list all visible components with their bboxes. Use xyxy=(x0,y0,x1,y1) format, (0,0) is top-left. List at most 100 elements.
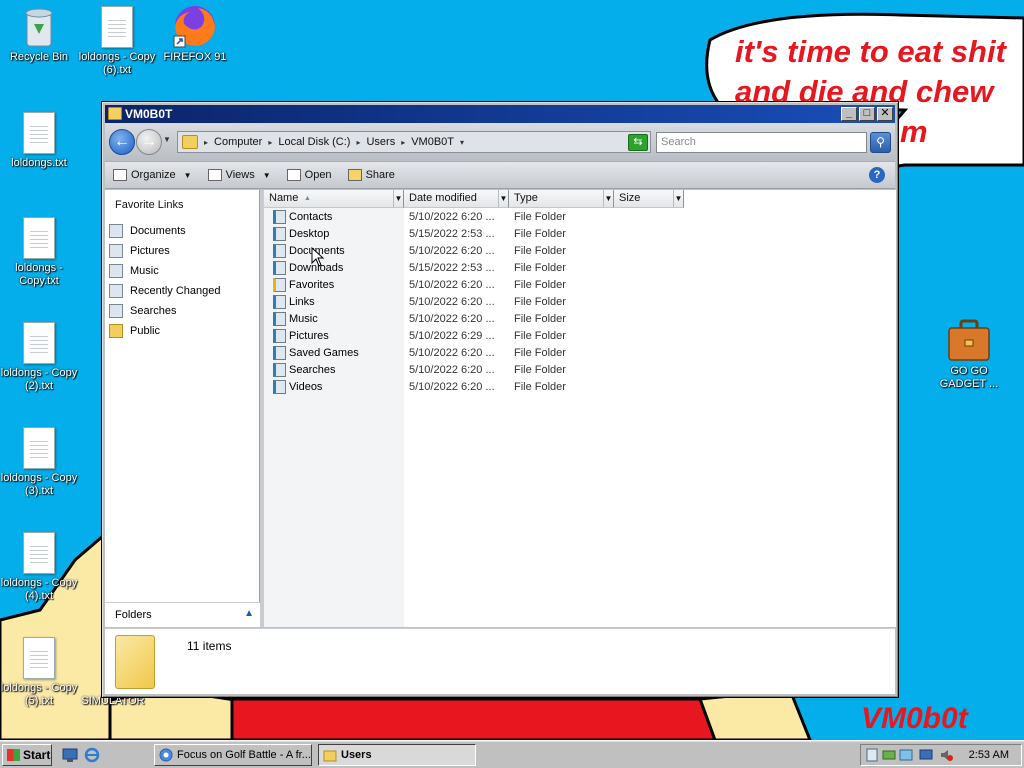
chevron-down-icon[interactable]: ▾ xyxy=(460,138,464,147)
maximize-button[interactable]: □ xyxy=(859,107,875,121)
text-file-icon xyxy=(101,6,133,48)
window-titlebar[interactable]: VM0B0T _ □ ✕ xyxy=(105,105,895,123)
tray-app-icon[interactable] xyxy=(865,748,879,762)
recent-pages-dropdown[interactable]: ▼ xyxy=(163,135,171,144)
column-header-type[interactable]: Type ▼ xyxy=(509,190,614,208)
file-date: 5/10/2022 6:20 ... xyxy=(409,312,495,325)
breadcrumb-vm0b0t[interactable]: VM0B0T xyxy=(411,136,454,148)
file-date: 5/10/2022 6:20 ... xyxy=(409,278,495,291)
recycle-bin-icon xyxy=(25,8,53,47)
desktop-icon-loldongs-copy-2[interactable]: loldongs - Copy (2).txt xyxy=(0,322,78,393)
tray-volume-muted-icon[interactable] xyxy=(939,748,953,762)
taskbar-clock[interactable]: 2:53 AM xyxy=(969,745,1009,765)
desktop-icon-loldongs-copy-5[interactable]: loldongs - Copy (5).txt xyxy=(0,637,78,708)
pictures-folder-icon xyxy=(273,328,286,343)
folders-toggle[interactable]: Folders ▲ xyxy=(105,602,260,627)
file-type: File Folder xyxy=(514,346,566,359)
file-name: Desktop xyxy=(289,227,330,240)
desktop-icon-loldongs-copy-4[interactable]: loldongs - Copy (4).txt xyxy=(0,532,78,603)
desktop-icon-loldongs-copy-6[interactable]: loldongs - Copy (6).txt xyxy=(78,6,156,77)
navigation-pane: Favorite Links Documents Pictures Music … xyxy=(105,190,260,627)
chevron-right-icon[interactable]: ▸ xyxy=(401,138,405,147)
desktop-icon-loldongs-copy-3[interactable]: loldongs - Copy (3).txt xyxy=(0,427,78,498)
briefcase-icon xyxy=(948,319,990,361)
minimize-button[interactable]: _ xyxy=(841,107,857,121)
search-button[interactable]: ⚲ xyxy=(870,132,891,153)
mouse-cursor-icon xyxy=(311,247,325,267)
desktop-folder-icon xyxy=(273,226,286,241)
chevron-down-icon[interactable]: ▼ xyxy=(498,190,508,207)
desktop-icon-firefox[interactable]: FIREFOX 91 xyxy=(156,4,234,64)
links-folder-icon xyxy=(273,294,286,309)
breadcrumb-local-disk[interactable]: Local Disk (C:) xyxy=(278,136,350,148)
organize-button[interactable]: Organize ▼ xyxy=(105,163,200,187)
chevron-right-icon[interactable]: ▸ xyxy=(268,138,272,147)
table-row[interactable]: Saved Games 5/10/2022 6:20 ... File Folder xyxy=(264,344,614,361)
nav-link-documents[interactable]: Documents xyxy=(105,221,259,241)
show-desktop-icon[interactable] xyxy=(62,747,78,763)
window-title: VM0B0T xyxy=(125,107,173,121)
search-icon: ⚲ xyxy=(876,135,885,149)
internet-explorer-icon[interactable] xyxy=(84,747,100,763)
address-bar: ← → ▼ ▸ Computer ▸ Local Disk (C:) ▸ Use… xyxy=(105,123,895,161)
tray-safely-remove-icon[interactable] xyxy=(899,748,913,762)
favorites-folder-icon xyxy=(273,277,286,292)
table-row[interactable]: Music 5/10/2022 6:20 ... File Folder xyxy=(264,310,614,327)
breadcrumb-computer[interactable]: Computer xyxy=(214,136,262,148)
music-icon xyxy=(109,264,123,278)
share-label: Share xyxy=(365,169,395,181)
breadcrumb-users[interactable]: Users xyxy=(366,136,395,148)
taskbar-item-browser[interactable]: Focus on Golf Battle - A fr... xyxy=(154,744,312,766)
table-row[interactable]: Videos 5/10/2022 6:20 ... File Folder xyxy=(264,378,614,395)
desktop-icon-recycle-bin[interactable]: Recycle Bin xyxy=(0,4,78,64)
table-row[interactable]: Pictures 5/10/2022 6:29 ... File Folder xyxy=(264,327,614,344)
open-icon xyxy=(286,169,301,181)
file-type: File Folder xyxy=(514,261,566,274)
nav-link-pictures[interactable]: Pictures xyxy=(105,241,259,261)
desktop-icon-loldongs-copy[interactable]: loldongs - Copy.txt xyxy=(0,217,78,288)
close-button[interactable]: ✕ xyxy=(877,107,893,121)
breadcrumb[interactable]: ▸ Computer ▸ Local Disk (C:) ▸ Users ▸ V… xyxy=(177,131,651,153)
desktop-icon-go-go-gadget[interactable]: GO GO GADGET ... xyxy=(930,318,1008,391)
desktop-icon-loldongs[interactable]: loldongs.txt xyxy=(0,112,78,170)
nav-link-label: Pictures xyxy=(130,245,170,257)
table-row[interactable]: Favorites 5/10/2022 6:20 ... File Folder xyxy=(264,276,614,293)
nav-link-public[interactable]: Public xyxy=(105,321,259,341)
chevron-right-icon[interactable]: ▸ xyxy=(356,138,360,147)
views-icon xyxy=(207,169,222,181)
search-input[interactable]: Search xyxy=(656,132,867,153)
table-row[interactable]: Searches 5/10/2022 6:20 ... File Folder xyxy=(264,361,614,378)
chevron-down-icon[interactable]: ▼ xyxy=(673,190,683,207)
chevron-down-icon[interactable]: ▼ xyxy=(393,190,403,207)
nav-link-recently-changed[interactable]: Recently Changed xyxy=(105,281,259,301)
open-button[interactable]: Open xyxy=(279,163,340,187)
help-button[interactable]: ? xyxy=(869,167,885,183)
tray-display-icon[interactable] xyxy=(919,748,933,762)
nav-link-music[interactable]: Music xyxy=(105,261,259,281)
table-row[interactable]: Contacts 5/10/2022 6:20 ... File Folder xyxy=(264,208,614,225)
refresh-button[interactable]: ⇆ xyxy=(628,134,648,151)
desktop-icon-label: GO GO GADGET ... xyxy=(939,365,999,390)
chevron-right-icon[interactable]: ▸ xyxy=(204,138,208,147)
column-header-date-modified[interactable]: Date modified ▼ xyxy=(404,190,509,208)
file-date: 5/10/2022 6:29 ... xyxy=(409,329,495,342)
downloads-folder-icon xyxy=(273,260,286,275)
chevron-up-icon: ▲ xyxy=(244,608,254,619)
share-button[interactable]: Share xyxy=(340,163,403,187)
forward-button[interactable]: → xyxy=(136,129,162,155)
nav-link-searches[interactable]: Searches xyxy=(105,301,259,321)
taskbar: Start Focus on Golf Battle - A fr... Use… xyxy=(0,740,1024,768)
start-button[interactable]: Start xyxy=(2,744,52,766)
forward-arrow-icon: → xyxy=(141,133,157,150)
chevron-down-icon[interactable]: ▼ xyxy=(603,190,613,207)
nav-link-label: Public xyxy=(130,325,160,337)
column-header-name[interactable]: Name ▲ ▼ xyxy=(264,190,404,208)
table-row[interactable]: Desktop 5/15/2022 2:53 ... File Folder xyxy=(264,225,614,242)
views-button[interactable]: Views ▼ xyxy=(200,163,279,187)
taskbar-item-users[interactable]: Users xyxy=(318,744,476,766)
back-button[interactable]: ← xyxy=(109,129,135,155)
folder-icon xyxy=(109,324,123,338)
column-header-size[interactable]: Size ▼ xyxy=(614,190,684,208)
table-row[interactable]: Links 5/10/2022 6:20 ... File Folder xyxy=(264,293,614,310)
tray-network-icon[interactable] xyxy=(882,748,896,762)
